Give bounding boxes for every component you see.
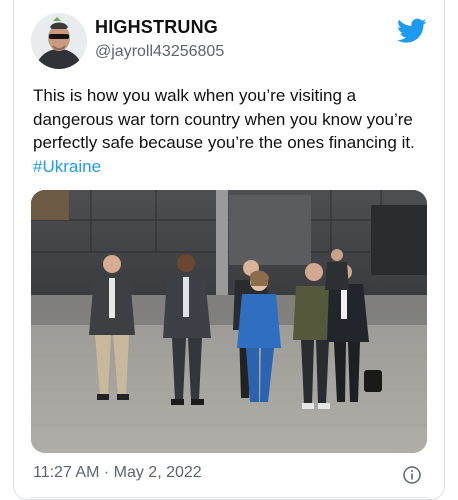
user-handle[interactable]: @jayroll43256805 (95, 43, 224, 61)
avatar[interactable] (31, 13, 87, 69)
divider (31, 497, 427, 498)
hashtag-link[interactable]: #Ukraine (33, 157, 101, 176)
info-icon[interactable] (403, 466, 421, 484)
tweet-timestamp[interactable]: 11:27 AM · May 2, 2022 (33, 464, 202, 482)
display-name[interactable]: HIGHSTRUNG (95, 17, 218, 38)
avatar-image (31, 13, 87, 69)
tweet-text: This is how you walk when you’re visitin… (33, 84, 425, 178)
twitter-bird-icon[interactable] (397, 18, 427, 44)
tweet-body: This is how you walk when you’re visitin… (33, 86, 415, 152)
tweet-photo[interactable] (31, 190, 427, 453)
photo-image (31, 190, 427, 453)
